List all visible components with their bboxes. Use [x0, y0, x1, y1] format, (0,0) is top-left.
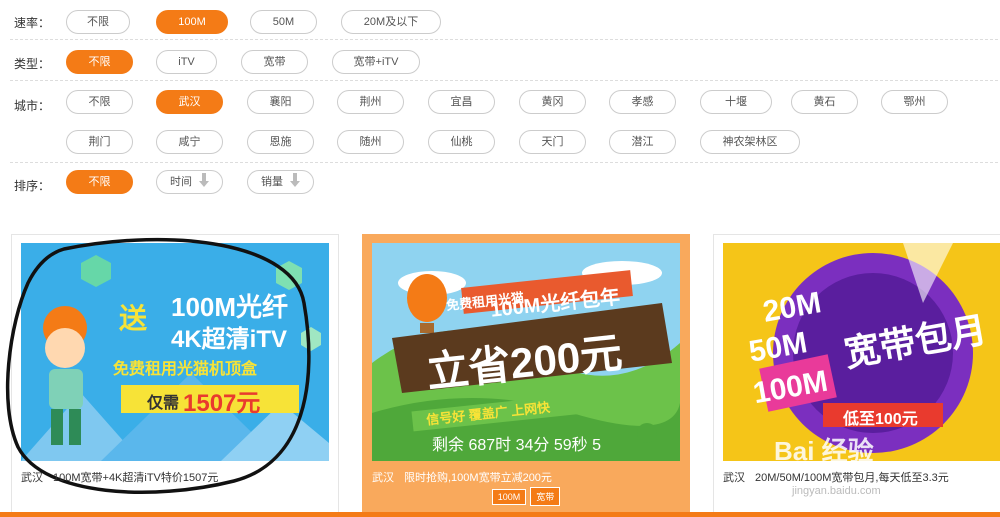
product-title-row-1: 武汉 100M宽带+4K超清iTV特价1507元 [21, 469, 218, 485]
product-city: 武汉 [21, 472, 43, 484]
city-option-shennongjia[interactable]: 神农架林区 [700, 130, 800, 154]
product-title[interactable]: 100M宽带+4K超清iTV特价1507元 [53, 472, 218, 484]
product-card-3[interactable]: 20M 50M 100M 宽带包月 低至100元 Bai 经验 jingyan.… [713, 234, 1000, 517]
product-banner-3[interactable]: 20M 50M 100M 宽带包月 低至100元 [723, 243, 1000, 461]
banner-line3: 免费租用光猫机顶盒 [113, 361, 258, 378]
sort-time-label: 时间 [169, 176, 192, 188]
speed-option-20m-below[interactable]: 20M及以下 [341, 10, 441, 34]
product-city: 武汉 [372, 472, 394, 484]
banner-price-prefix: 仅需 [147, 395, 180, 412]
product-title-row-3: 武汉 20M/50M/100M宽带包月,每天低至3.3元 [723, 469, 949, 485]
type-option-itv[interactable]: iTV [156, 50, 217, 74]
city-option-shiyan[interactable]: 十堰 [700, 90, 772, 114]
tag-speed: 100M [491, 489, 527, 505]
type-option-any[interactable]: 不限 [66, 50, 133, 74]
watermark-url: jingyan.baidu.com [792, 485, 881, 497]
product-list: 送 100M光纤 4K超清iTV 免费租用光猫机顶盒 仅需 1507元 武汉 10… [0, 228, 1000, 517]
speed-option-50m[interactable]: 50M [250, 10, 317, 34]
banner-price: 1507元 [183, 390, 261, 417]
banner-line2: 4K超清iTV [171, 326, 288, 353]
product-title[interactable]: 20M/50M/100M宽带包月,每天低至3.3元 [755, 472, 949, 484]
city-option-jingzhou[interactable]: 荆州 [337, 90, 404, 114]
watermark-logo: Bai 经验 [774, 436, 874, 466]
sort-option-sales[interactable]: 销量 [247, 170, 314, 194]
filter-label-sort: 排序： [14, 179, 51, 193]
city-option-enshi[interactable]: 恩施 [247, 130, 314, 154]
banner-badge: 送 [119, 303, 148, 334]
city-option-xiangyang[interactable]: 襄阳 [247, 90, 314, 114]
bottom-accent-bar [0, 512, 1000, 517]
city-option-xiantao[interactable]: 仙桃 [428, 130, 495, 154]
filter-label-city: 城市： [14, 99, 51, 113]
city-option-wuhan[interactable]: 武汉 [156, 90, 223, 114]
city-option-jingmen[interactable]: 荆门 [66, 130, 133, 154]
banner-price-tag: 低至100元 [843, 411, 918, 428]
speed-option-any[interactable]: 不限 [66, 10, 130, 34]
product-card-1[interactable]: 送 100M光纤 4K超清iTV 免费租用光猫机顶盒 仅需 1507元 武汉 10… [5, 234, 339, 517]
sort-option-any[interactable]: 不限 [66, 170, 133, 194]
product-banner-2[interactable]: 免费租用光猫 100M光纤包年 立省200元 信号好 覆盖广 上网快 剩余 68… [372, 243, 680, 461]
product-card-2[interactable]: 免费租用光猫 100M光纤包年 立省200元 信号好 覆盖广 上网快 剩余 68… [362, 234, 690, 517]
sort-sales-label: 销量 [260, 176, 283, 188]
city-option-qianjiang[interactable]: 潜江 [609, 130, 676, 154]
filter-label-type: 类型： [14, 57, 51, 71]
speed-option-100m[interactable]: 100M [156, 10, 228, 34]
city-option-huangshi[interactable]: 黄石 [791, 90, 858, 114]
tag-type: 宽带 [530, 487, 561, 506]
city-option-ezhou[interactable]: 鄂州 [881, 90, 948, 114]
product-tags: 100M 宽带 [363, 487, 689, 506]
city-option-yichang[interactable]: 宜昌 [428, 90, 495, 114]
filter-label-speed: 速率： [14, 16, 51, 30]
city-option-suizhou[interactable]: 随州 [337, 130, 404, 154]
product-title[interactable]: 限时抢购,100M宽带立减200元 [404, 472, 552, 484]
city-option-huanggang[interactable]: 黄冈 [519, 90, 586, 114]
countdown-timer: 剩余 687时 34分 59秒 5 [432, 437, 601, 454]
sort-option-time[interactable]: 时间 [156, 170, 223, 194]
type-option-broadband-itv[interactable]: 宽带+iTV [332, 50, 420, 74]
city-option-xianning[interactable]: 咸宁 [156, 130, 223, 154]
product-title-row-2: 武汉 限时抢购,100M宽带立减200元 [372, 469, 552, 485]
city-option-any[interactable]: 不限 [66, 90, 133, 114]
arrow-down-icon [199, 173, 210, 187]
city-option-xiaogan[interactable]: 孝感 [609, 90, 676, 114]
type-option-broadband[interactable]: 宽带 [241, 50, 308, 74]
city-option-tianmen[interactable]: 天门 [519, 130, 586, 154]
product-banner-1[interactable]: 送 100M光纤 4K超清iTV 免费租用光猫机顶盒 仅需 1507元 [21, 243, 329, 461]
arrow-down-icon [290, 173, 301, 187]
product-city: 武汉 [723, 472, 745, 484]
